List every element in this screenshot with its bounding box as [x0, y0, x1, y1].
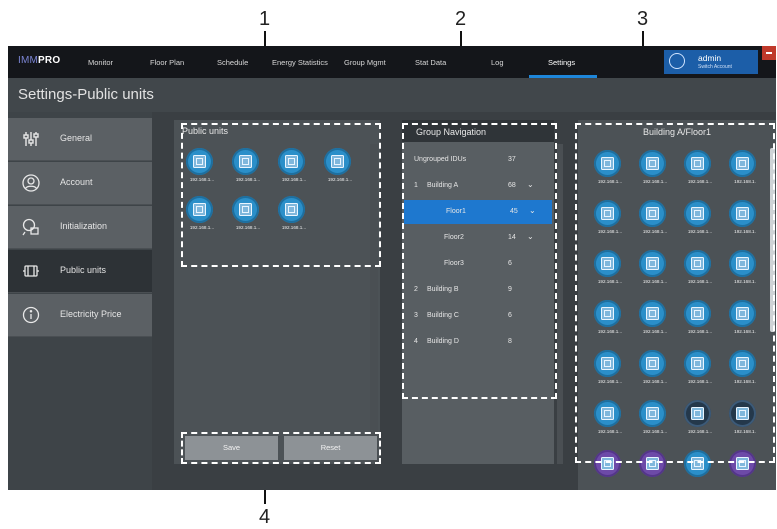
nav-group-mgmt[interactable]: Group Mgmt: [344, 58, 386, 67]
nav-monitor[interactable]: Monitor: [88, 58, 113, 67]
sidebar-item-label: Account: [60, 177, 93, 187]
sidebar-item-label: Electricity Price: [60, 309, 122, 319]
region-1-box: [181, 123, 381, 267]
callout-2: 2: [455, 8, 467, 30]
user-account-button[interactable]: admin Switch Account: [664, 50, 758, 74]
nav-energy-statistics[interactable]: Energy Statistics: [272, 58, 328, 67]
nav-log[interactable]: Log: [491, 58, 504, 67]
callout-1: 1: [259, 8, 271, 30]
switch-account-link[interactable]: Switch Account: [698, 64, 732, 70]
page-title: Settings-Public units: [18, 86, 154, 103]
nav-floor-plan[interactable]: Floor Plan: [150, 58, 184, 67]
brand-logo: IMMPRO: [18, 55, 61, 66]
callout-3: 3: [637, 8, 649, 30]
region-3-box: [575, 123, 775, 463]
indoor-unit-icon: [23, 265, 39, 277]
sidebar-item-label: Initialization: [60, 221, 108, 231]
sidebar-item-general[interactable]: General: [8, 118, 152, 161]
nav-stat-data[interactable]: Stat Data: [415, 58, 446, 67]
callout-4: 4: [259, 506, 271, 528]
info-icon: [22, 306, 40, 324]
sidebar-item-electricity-price[interactable]: Electricity Price: [8, 294, 152, 337]
user-name: admin: [698, 53, 722, 63]
avatar-icon: [669, 53, 685, 69]
sidebar-item-label: General: [60, 133, 93, 143]
top-nav-bar: IMMPRO Monitor Floor Plan Schedule Energ…: [8, 46, 776, 78]
sidebar-item-public-units[interactable]: Public units: [8, 250, 152, 293]
region-4-box: [181, 432, 381, 464]
settings-sidebar: General Account Initialization Public un…: [8, 112, 152, 490]
region-2-box: [402, 123, 557, 399]
sidebar-item-account[interactable]: Account: [8, 162, 152, 205]
group-nav-scrolltrack[interactable]: [557, 144, 563, 464]
nav-schedule[interactable]: Schedule: [217, 58, 248, 67]
close-icon[interactable]: [762, 46, 776, 60]
init-icon: [22, 218, 39, 236]
app-window: IMMPRO Monitor Floor Plan Schedule Energ…: [8, 46, 776, 490]
user-icon: [22, 174, 40, 192]
sliders-icon: [23, 132, 39, 146]
sidebar-item-initialization[interactable]: Initialization: [8, 206, 152, 249]
sidebar-item-label: Public units: [60, 265, 107, 275]
nav-settings[interactable]: Settings: [548, 58, 575, 67]
